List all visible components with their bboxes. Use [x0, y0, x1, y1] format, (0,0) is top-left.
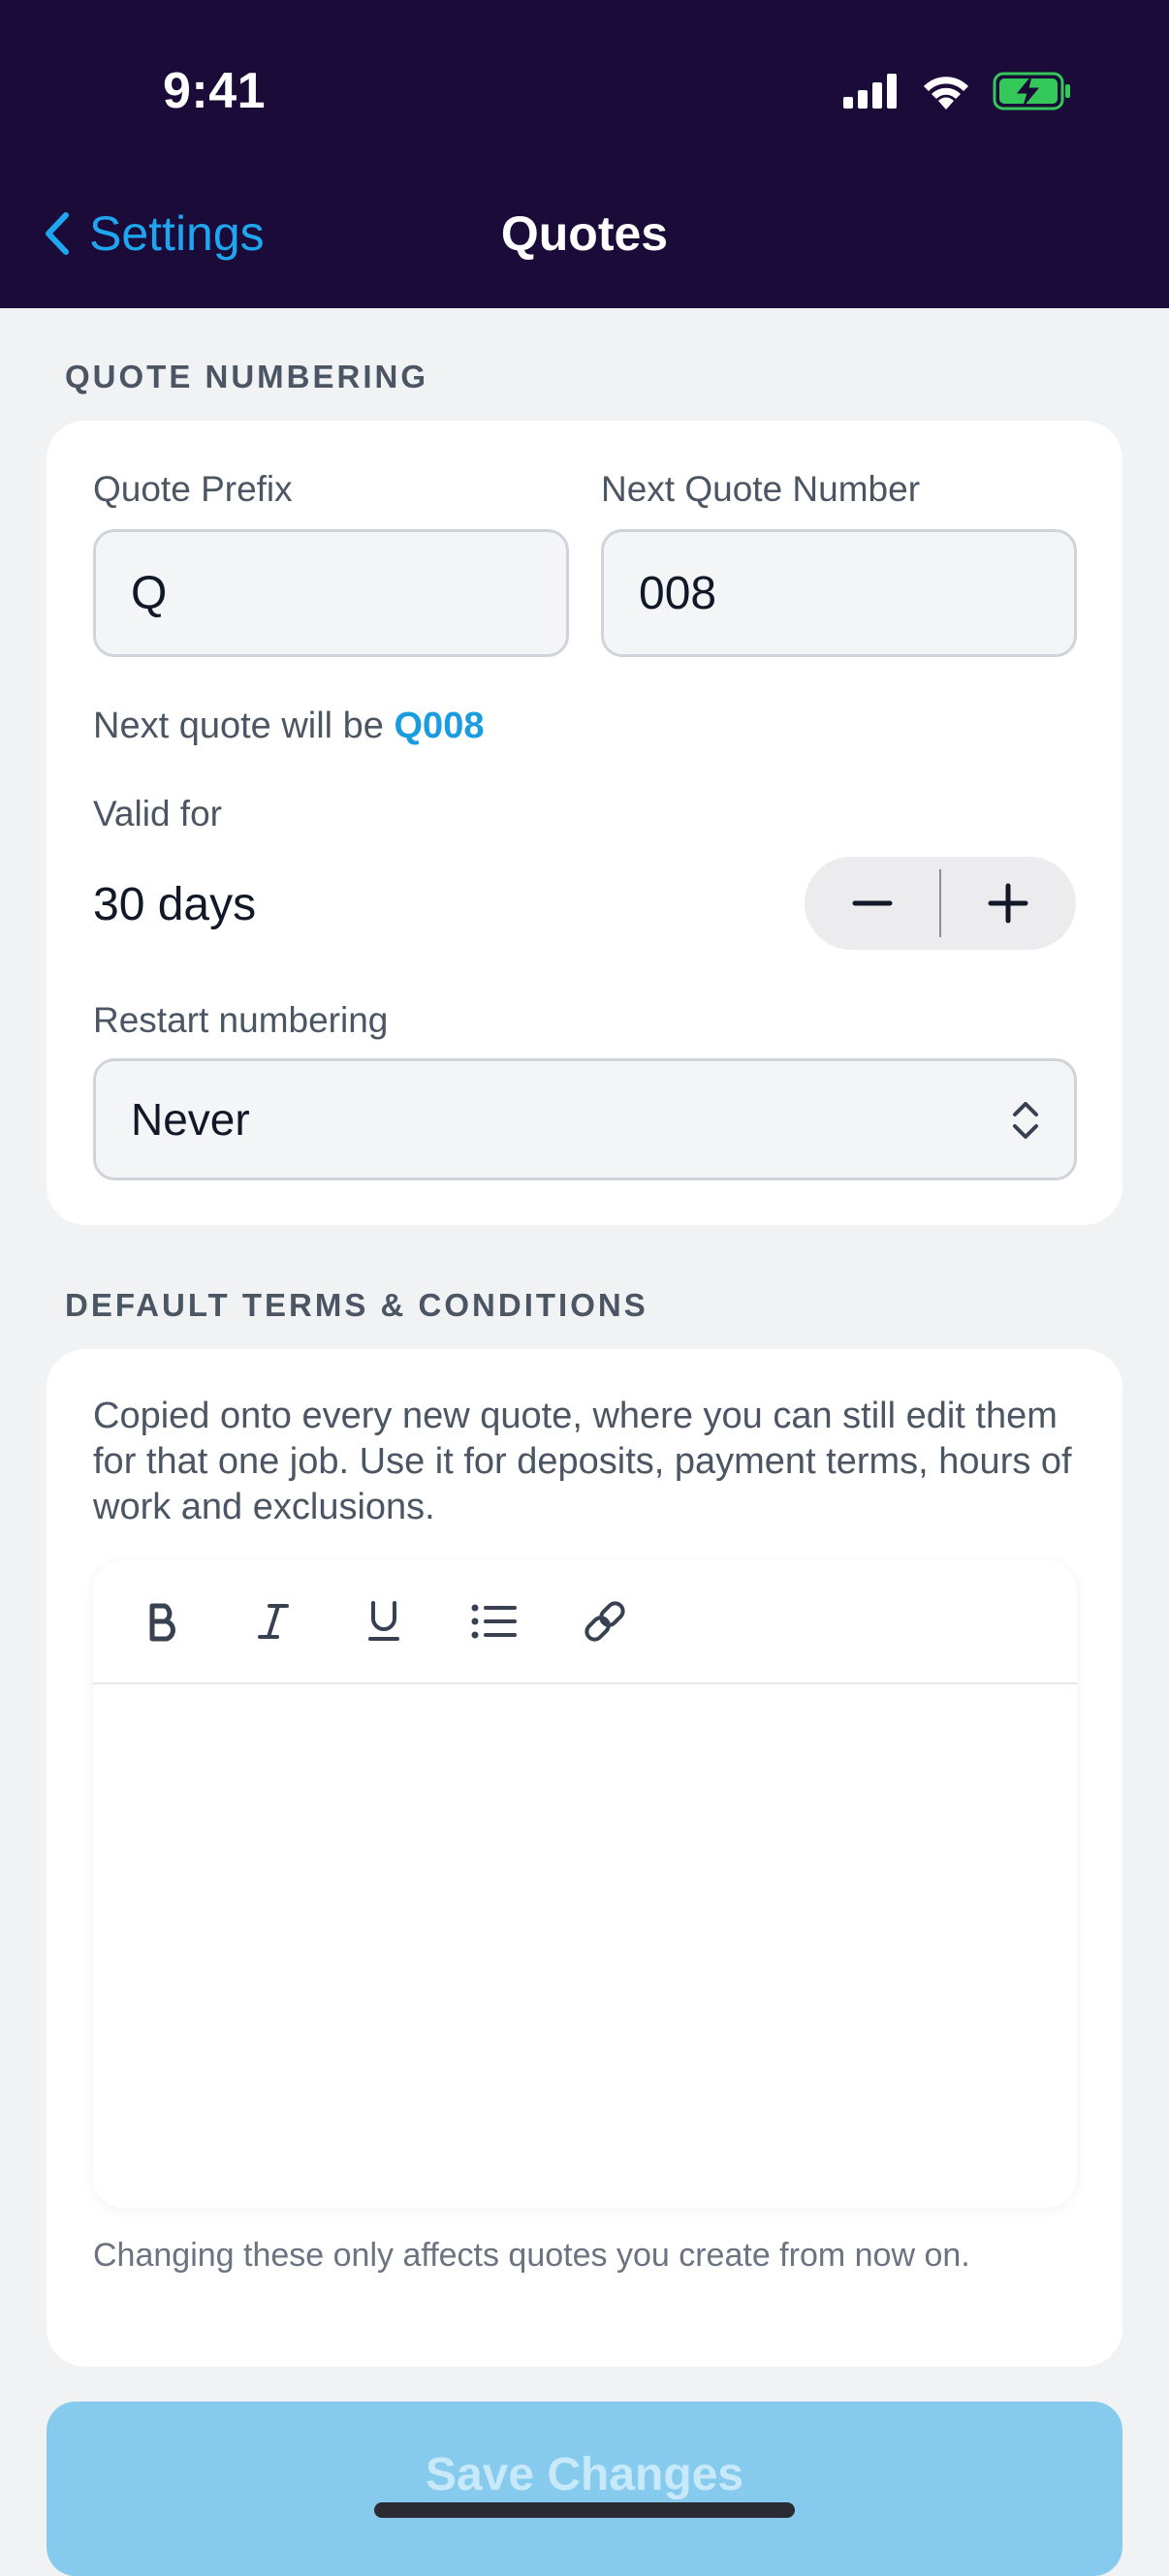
link-icon	[584, 1601, 625, 1642]
save-changes-label: Save Changes	[425, 2449, 744, 2500]
valid-for-value: 30 days	[93, 879, 257, 930]
next-quote-number-label: Next Quote Number	[601, 469, 921, 509]
bold-icon	[149, 1603, 175, 1642]
quote-prefix-input[interactable]: Q	[93, 529, 569, 657]
quote-prefix-value: Q	[131, 567, 168, 619]
bulleted-list-icon	[471, 1604, 517, 1639]
underline-icon	[368, 1601, 399, 1641]
underline-button[interactable]	[341, 1579, 427, 1664]
quote-prefix-label: Quote Prefix	[93, 469, 293, 509]
preview-text: Next quote will be	[93, 706, 384, 746]
italic-icon	[258, 1604, 289, 1639]
terms-footnote: Changing these only affects quotes you c…	[93, 2237, 970, 2274]
terms-editor-body[interactable]	[93, 1684, 1077, 2208]
increment-button[interactable]	[941, 857, 1076, 950]
section-label-quote-numbering: QUOTE NUMBERING	[65, 359, 428, 394]
next-quote-number-input[interactable]: 008	[601, 529, 1077, 657]
wifi-icon	[924, 77, 968, 110]
restart-numbering-label: Restart numbering	[93, 1000, 389, 1040]
battery-charging-icon	[993, 72, 1070, 110]
next-quote-preview: Next quote will be Q008	[93, 706, 484, 747]
terms-description: Copied onto every new quote, where you c…	[93, 1396, 1072, 1527]
decrement-button[interactable]	[805, 857, 939, 950]
valid-days-stepper	[805, 857, 1076, 950]
back-label: Settings	[89, 206, 265, 261]
bold-button[interactable]	[120, 1579, 205, 1664]
link-button[interactable]	[562, 1579, 648, 1664]
status-time: 9:41	[163, 63, 267, 119]
back-button[interactable]: Settings	[43, 205, 265, 262]
terms-editor	[93, 1560, 1077, 2208]
signal-icon	[843, 74, 897, 109]
chevron-up-down-icon	[1013, 1102, 1038, 1139]
section-label-default-terms: DEFAULT TERMS & CONDITIONS	[65, 1287, 648, 1323]
preview-value: Q008	[394, 706, 485, 746]
save-changes-button[interactable]: Save Changes	[47, 2402, 1122, 2576]
status-icons	[843, 72, 1072, 110]
home-indicator	[374, 2502, 795, 2518]
bulleted-list-button[interactable]	[452, 1579, 537, 1664]
quote-numbering-card: Quote Prefix Q Next Quote Number 008 Nex…	[47, 421, 1122, 1225]
minus-icon	[852, 900, 892, 906]
valid-for-label: Valid for	[93, 794, 222, 833]
chevron-left-icon	[46, 212, 69, 255]
default-terms-card: Copied onto every new quote, where you c…	[47, 1349, 1122, 2367]
restart-numbering-select[interactable]: Never	[93, 1058, 1077, 1180]
header: 9:41 Settings Quotes	[0, 0, 1169, 308]
italic-button[interactable]	[231, 1579, 316, 1664]
plus-icon	[988, 883, 1028, 924]
restart-numbering-value: Never	[131, 1094, 250, 1145]
next-quote-number-value: 008	[639, 567, 717, 619]
editor-toolbar	[93, 1560, 1077, 1684]
